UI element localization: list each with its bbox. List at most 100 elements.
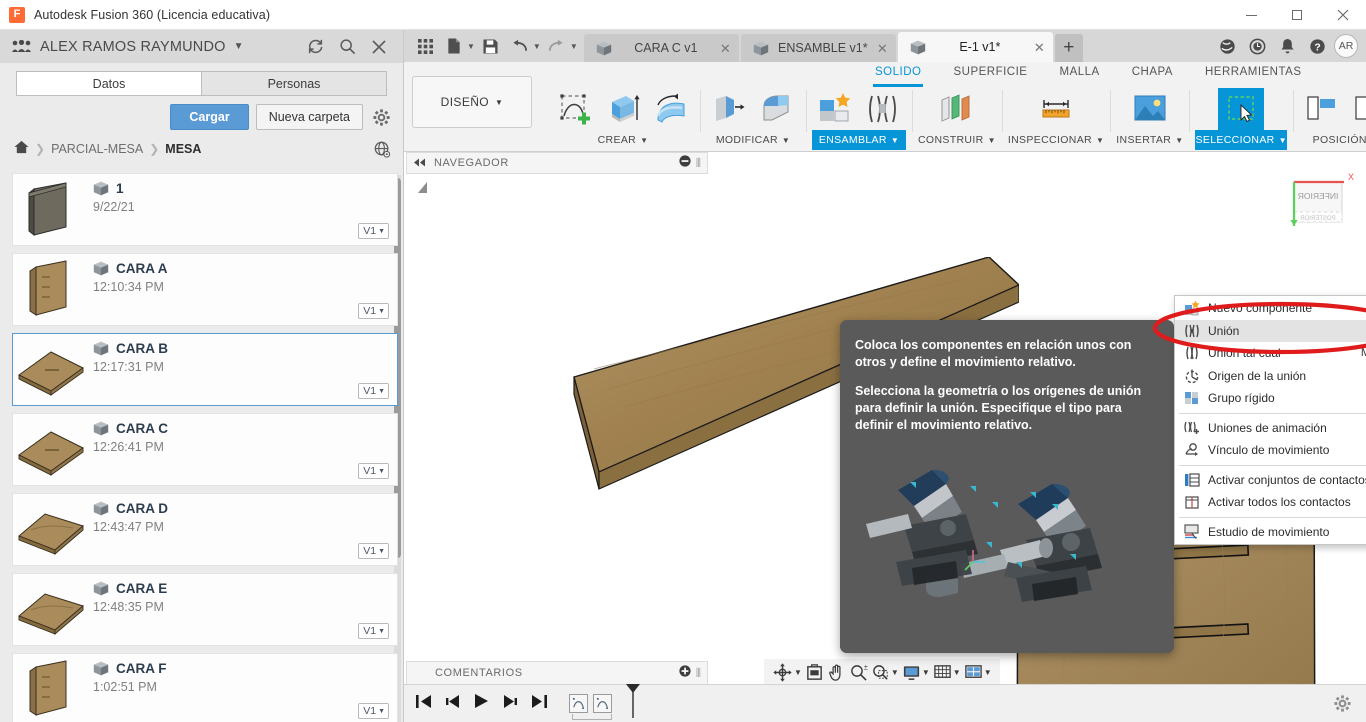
help-icon[interactable]: ?: [1304, 33, 1330, 59]
orbit-icon[interactable]: ▼: [772, 662, 802, 683]
file-version-selector[interactable]: V1 ▼: [358, 543, 389, 559]
menu-item[interactable]: Origen de la unión: [1175, 365, 1366, 388]
file-version-selector[interactable]: V1 ▼: [358, 383, 389, 399]
ribbon-tab[interactable]: SUPERFICIE: [937, 62, 1043, 84]
redo-icon[interactable]: [544, 33, 570, 59]
file-version-selector[interactable]: V1 ▼: [358, 463, 389, 479]
new-file-chevron-icon[interactable]: ▼: [467, 42, 475, 51]
extrude-button[interactable]: [600, 88, 646, 130]
view-cube[interactable]: INFERIOR POSTERIOR X: [1276, 166, 1360, 238]
menu-item[interactable]: Unión tal cual Mayúsculas+J: [1175, 342, 1366, 365]
press-pull-button[interactable]: [706, 88, 752, 130]
ribbon-panel-dropdown[interactable]: SELECCIONAR ▼: [1195, 130, 1286, 150]
ribbon-panel-dropdown[interactable]: CREAR ▼: [552, 130, 694, 150]
close-icon[interactable]: ✕: [720, 42, 731, 55]
grid-snaps-icon[interactable]: ▼: [933, 663, 961, 682]
new-file-icon[interactable]: [441, 33, 467, 59]
notification-bell-icon[interactable]: [1274, 33, 1300, 59]
timeline-settings-gear-icon[interactable]: [1333, 694, 1366, 713]
display-settings-icon[interactable]: ▼: [902, 663, 930, 682]
create-sketch-button[interactable]: [552, 88, 598, 130]
breadcrumb-item-folder[interactable]: MESA: [165, 142, 201, 156]
play-icon[interactable]: [474, 693, 489, 714]
save-icon[interactable]: [478, 33, 504, 59]
ribbon-panel-dropdown[interactable]: INSPECCIONAR ▼: [1008, 130, 1104, 150]
add-comment-icon[interactable]: [679, 664, 691, 682]
menu-item[interactable]: Unión J ⋮: [1175, 320, 1366, 343]
step-forward-icon[interactable]: [502, 694, 518, 714]
breadcrumb-item-project[interactable]: PARCIAL-MESA: [51, 142, 143, 156]
file-version-selector[interactable]: V1 ▼: [358, 303, 389, 319]
minimize-button[interactable]: [1228, 0, 1274, 30]
document-tab[interactable]: ENSAMBLE v1* ✕: [741, 34, 896, 62]
file-card[interactable]: CARA B 12:17:31 PM V1 ▼: [12, 333, 398, 406]
refresh-icon[interactable]: [307, 38, 324, 55]
chevron-down-icon[interactable]: ▼: [794, 668, 802, 677]
file-version-selector[interactable]: V1 ▼: [358, 223, 389, 239]
document-tab[interactable]: E-1 v1* ✕: [898, 32, 1053, 62]
sketch-feature-icon[interactable]: [593, 694, 612, 713]
jobs-icon[interactable]: [1244, 33, 1270, 59]
home-icon[interactable]: [14, 140, 29, 159]
menu-item[interactable]: Uniones de animación: [1175, 417, 1366, 440]
gear-icon[interactable]: [370, 108, 391, 127]
grid-apps-icon[interactable]: [412, 33, 438, 59]
selection-filter-button[interactable]: [1218, 88, 1264, 130]
new-component-button[interactable]: [812, 88, 858, 130]
ribbon-tab[interactable]: HERRAMIENTAS: [1189, 62, 1318, 84]
ribbon-panel-dropdown[interactable]: INSERTAR ▼: [1116, 130, 1183, 150]
timeline-playhead[interactable]: [625, 684, 641, 722]
chevron-down-icon[interactable]: ▼: [891, 668, 899, 677]
collapse-navigator-icon[interactable]: [413, 154, 426, 172]
maximize-button[interactable]: [1274, 0, 1320, 30]
chevron-down-icon[interactable]: ▼: [234, 41, 244, 52]
globe-icon[interactable]: [374, 141, 391, 158]
workspace-selector[interactable]: DISEÑO ▼: [412, 76, 532, 128]
globe-icon[interactable]: [1214, 33, 1240, 59]
search-icon[interactable]: [339, 38, 356, 55]
file-card[interactable]: 1 9/22/21 V1 ▼: [12, 173, 398, 246]
3d-canvas[interactable]: NAVEGADOR ⦀ COMENTARIOS ⦀ ▼: [404, 152, 1366, 722]
ribbon-panel-dropdown[interactable]: CONSTRUIR ▼: [918, 130, 996, 150]
navigator-resize-handle[interactable]: ⦀: [696, 156, 701, 171]
chevron-down-icon[interactable]: ▼: [922, 668, 930, 677]
offset-plane-button[interactable]: [934, 88, 980, 130]
viewports-icon[interactable]: ▼: [964, 663, 992, 682]
menu-item[interactable]: Activar todos los contactos: [1175, 491, 1366, 514]
step-back-icon[interactable]: [445, 694, 461, 714]
chevron-down-icon[interactable]: ▼: [984, 668, 992, 677]
avatar[interactable]: AR: [1334, 34, 1358, 58]
align-button[interactable]: [1299, 88, 1345, 130]
menu-item[interactable]: Activar conjuntos de contactos: [1175, 469, 1366, 492]
document-tab[interactable]: CARA C v1 ✕: [584, 34, 739, 62]
close-data-panel-icon[interactable]: [371, 39, 387, 55]
menu-item[interactable]: Vínculo de movimiento: [1175, 439, 1366, 462]
ribbon-tab[interactable]: MALLA: [1043, 62, 1115, 84]
menu-item[interactable]: Grupo rígido: [1175, 387, 1366, 410]
new-folder-button[interactable]: Nueva carpeta: [256, 104, 363, 130]
go-to-beginning-icon[interactable]: [416, 694, 432, 714]
fillet-button[interactable]: [754, 88, 800, 130]
ribbon-tab[interactable]: SOLIDO: [859, 62, 937, 84]
zoom-icon[interactable]: ±: [849, 663, 868, 682]
chevron-down-icon[interactable]: ▼: [953, 668, 961, 677]
collapse-all-icon[interactable]: [679, 154, 691, 172]
comments-resize-handle[interactable]: ⦀: [696, 666, 701, 681]
tab-datos[interactable]: Datos: [16, 71, 201, 96]
ribbon-panel-dropdown[interactable]: MODIFICAR ▼: [706, 130, 800, 150]
redo-chevron-icon[interactable]: ▼: [570, 42, 578, 51]
move-copy-button[interactable]: [1347, 88, 1366, 130]
ribbon-tab[interactable]: CHAPA: [1116, 62, 1189, 84]
close-button[interactable]: [1320, 0, 1366, 30]
revolve-button[interactable]: [648, 88, 694, 130]
file-card[interactable]: CARA C 12:26:41 PM V1 ▼: [12, 413, 398, 486]
file-card[interactable]: CARA A 12:10:34 PM V1 ▼: [12, 253, 398, 326]
tab-personas[interactable]: Personas: [201, 71, 387, 96]
menu-item[interactable]: Nuevo componente: [1175, 297, 1366, 320]
file-card[interactable]: CARA E 12:48:35 PM V1 ▼: [12, 573, 398, 646]
file-version-selector[interactable]: V1 ▼: [358, 623, 389, 639]
undo-chevron-icon[interactable]: ▼: [533, 42, 541, 51]
insert-image-button[interactable]: [1127, 88, 1173, 130]
measure-button[interactable]: [1033, 88, 1079, 130]
new-document-tab-button[interactable]: +: [1055, 34, 1083, 62]
